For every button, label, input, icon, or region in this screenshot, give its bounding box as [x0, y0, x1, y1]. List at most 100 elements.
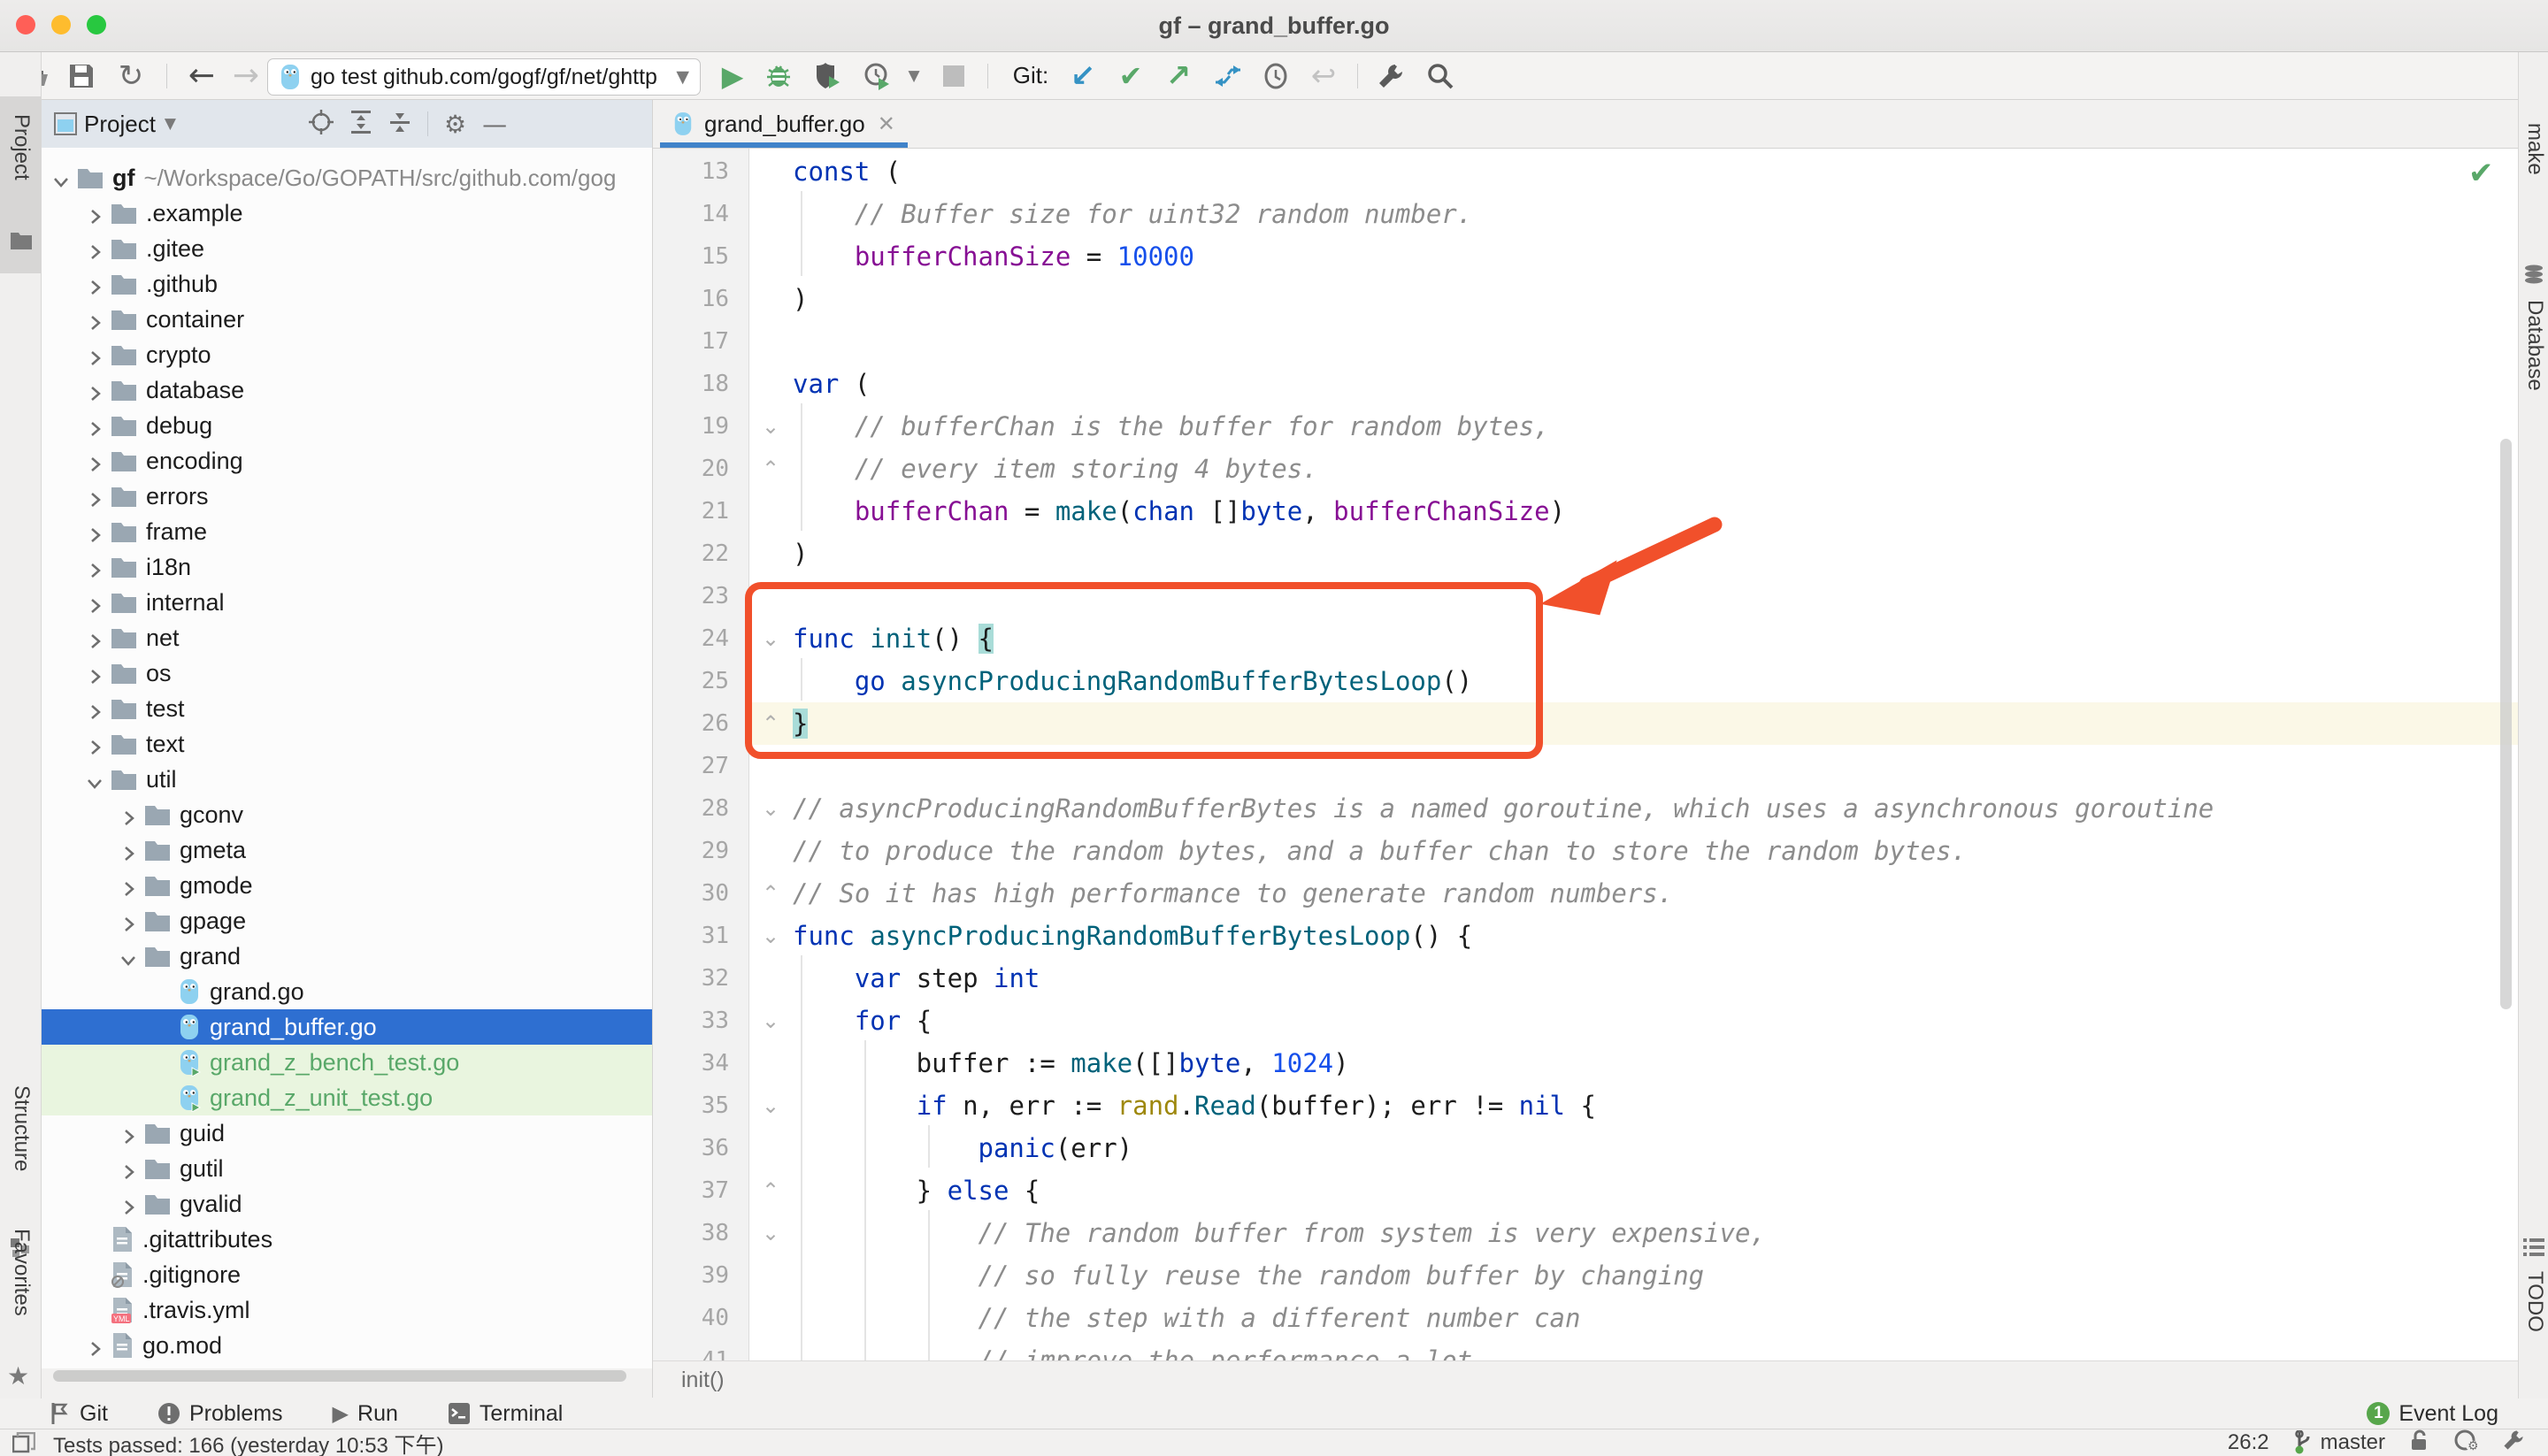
tree-item-debug[interactable]: debug: [42, 408, 652, 443]
fold-start-icon[interactable]: ⌄: [757, 915, 784, 957]
run-button[interactable]: ▶: [713, 52, 752, 99]
run-configuration-select[interactable]: go test github.com/gogf/gf/net/ghttp ▼: [267, 58, 701, 96]
lock-icon[interactable]: [2410, 1429, 2429, 1456]
chevron-right-icon[interactable]: [86, 1337, 104, 1354]
tree-item-grand-z-unit-test-go[interactable]: grand_z_unit_test.go: [42, 1080, 652, 1115]
forward-icon[interactable]: →: [226, 52, 265, 99]
chevron-down-icon[interactable]: ▼: [165, 115, 176, 133]
chevron-right-icon[interactable]: [86, 629, 104, 647]
code-line-34[interactable]: 34 buffer := make([]byte, 1024): [653, 1042, 2518, 1084]
tree-item--gitattributes[interactable]: .gitattributes: [42, 1222, 652, 1257]
close-icon[interactable]: ✕: [878, 111, 895, 136]
tree-item-go-mod[interactable]: go.mod: [42, 1328, 652, 1363]
stop-button[interactable]: [934, 52, 973, 99]
chevron-right-icon[interactable]: [119, 1160, 137, 1177]
wrench-icon[interactable]: [1370, 52, 1412, 99]
event-log-button[interactable]: 1 Event Log: [2367, 1401, 2498, 1427]
git-history-icon[interactable]: [1256, 52, 1295, 99]
code-line-19[interactable]: 19⌄ // bufferChan is the buffer for rand…: [653, 405, 2518, 448]
code-line-33[interactable]: 33⌄ for {: [653, 1000, 2518, 1042]
highlighting-level-icon[interactable]: ⚙: [2454, 1429, 2477, 1456]
caret-position[interactable]: 26:2: [2228, 1430, 2269, 1455]
code-line-41[interactable]: 41 // improve the performance a lot.: [653, 1339, 2518, 1360]
tree-item-gmeta[interactable]: gmeta: [42, 832, 652, 868]
tree-item-crypto[interactable]: crypto: [42, 337, 652, 372]
tree-item-database[interactable]: database: [42, 372, 652, 408]
wrench-icon[interactable]: [2502, 1429, 2525, 1456]
code-line-36[interactable]: 36 panic(err): [653, 1127, 2518, 1169]
toolwindow-switcher-icon[interactable]: [12, 1432, 35, 1453]
gear-icon[interactable]: ⚙: [444, 110, 466, 139]
fold-end-icon[interactable]: ⌃: [757, 448, 784, 490]
collapse-all-icon[interactable]: [388, 110, 411, 139]
search-icon[interactable]: [1419, 52, 1462, 99]
git-rollback-button[interactable]: ↩: [1304, 52, 1343, 99]
run-with-coverage-button[interactable]: [807, 52, 849, 99]
code-line-15[interactable]: 15 bufferChanSize = 10000: [653, 235, 2518, 278]
stripe-tab-database[interactable]: Database: [2519, 264, 2548, 556]
tree-horizontal-scrollbar[interactable]: [53, 1370, 626, 1382]
toolwindow-terminal[interactable]: Terminal: [448, 1401, 563, 1427]
tree-item--travis-yml[interactable]: YML .travis.yml: [42, 1292, 652, 1328]
tree-item-frame[interactable]: frame: [42, 514, 652, 549]
chevron-right-icon[interactable]: [119, 1124, 137, 1142]
tree-item-guid[interactable]: guid: [42, 1115, 652, 1151]
back-icon[interactable]: ←: [182, 52, 221, 99]
code-line-32[interactable]: 32 var step int: [653, 957, 2518, 1000]
tree-item-net[interactable]: net: [42, 620, 652, 655]
tree-item-internal[interactable]: internal: [42, 585, 652, 620]
git-push-button[interactable]: ↗: [1159, 52, 1198, 99]
tree-item-grand-go[interactable]: grand.go: [42, 974, 652, 1009]
stripe-tab-make[interactable]: make: [2519, 114, 2548, 229]
code-line-38[interactable]: 38⌄ // The random buffer from system is …: [653, 1212, 2518, 1254]
chevron-right-icon[interactable]: [86, 487, 104, 505]
fold-end-icon[interactable]: ⌃: [757, 872, 784, 915]
locate-icon[interactable]: [309, 110, 334, 139]
save-icon[interactable]: [62, 52, 101, 99]
code-line-20[interactable]: 20⌃ // every item storing 4 bytes.: [653, 448, 2518, 490]
tree-item-grand-z-bench-test-go[interactable]: grand_z_bench_test.go: [42, 1045, 652, 1080]
code-line-17[interactable]: 17: [653, 320, 2518, 363]
chevron-right-icon[interactable]: [86, 558, 104, 576]
chevron-right-icon[interactable]: [86, 346, 104, 364]
git-commit-button[interactable]: ✔: [1111, 52, 1150, 99]
chevron-right-icon[interactable]: [86, 664, 104, 682]
tree-item-gconv[interactable]: gconv: [42, 797, 652, 832]
git-branch-widget[interactable]: master: [2294, 1430, 2385, 1455]
chevron-down-icon[interactable]: [86, 770, 104, 788]
chevron-right-icon[interactable]: [86, 240, 104, 257]
tree-item-grand-buffer-go[interactable]: grand_buffer.go: [42, 1009, 652, 1045]
tree-item-container[interactable]: container: [42, 302, 652, 337]
code-line-31[interactable]: 31⌄func asyncProducingRandomBufferBytesL…: [653, 915, 2518, 957]
tree-item-errors[interactable]: errors: [42, 479, 652, 514]
chevron-right-icon[interactable]: [119, 841, 137, 859]
tree-item-gutil[interactable]: gutil: [42, 1151, 652, 1186]
stripe-tab-project[interactable]: Project: [0, 96, 41, 273]
code-line-29[interactable]: 29// to produce the random bytes, and a …: [653, 830, 2518, 872]
code-editor[interactable]: 13const (14 // Buffer size for uint32 ra…: [653, 149, 2518, 1360]
git-update-button[interactable]: ↙: [1063, 52, 1102, 99]
git-merge-button[interactable]: [1207, 52, 1249, 99]
code-line-35[interactable]: 35⌄ if n, err := rand.Read(buffer); err …: [653, 1084, 2518, 1127]
fold-end-icon[interactable]: ⌃: [757, 1169, 784, 1212]
tree-item-encoding[interactable]: encoding: [42, 443, 652, 479]
tree-item-i18n[interactable]: i18n: [42, 549, 652, 585]
chevron-right-icon[interactable]: [86, 594, 104, 611]
chevron-right-icon[interactable]: [86, 204, 104, 222]
code-line-37[interactable]: 37⌃ } else {: [653, 1169, 2518, 1212]
chevron-right-icon[interactable]: [119, 877, 137, 894]
fold-start-icon[interactable]: ⌄: [757, 405, 784, 448]
chevron-right-icon[interactable]: [86, 381, 104, 399]
expand-all-icon[interactable]: [349, 110, 372, 139]
code-line-39[interactable]: 39 // so fully reuse the random buffer b…: [653, 1254, 2518, 1297]
chevron-right-icon[interactable]: [86, 310, 104, 328]
toolwindow-problems[interactable]: Problems: [157, 1401, 283, 1427]
chevron-right-icon[interactable]: [86, 452, 104, 470]
chevron-right-icon[interactable]: [119, 912, 137, 930]
fold-start-icon[interactable]: ⌄: [757, 1000, 784, 1042]
chevron-right-icon[interactable]: [86, 523, 104, 540]
code-line-40[interactable]: 40 // the step with a different number c…: [653, 1297, 2518, 1339]
chevron-right-icon[interactable]: [119, 1195, 137, 1213]
breadcrumb[interactable]: init(): [681, 1368, 725, 1393]
chevron-right-icon[interactable]: [86, 275, 104, 293]
